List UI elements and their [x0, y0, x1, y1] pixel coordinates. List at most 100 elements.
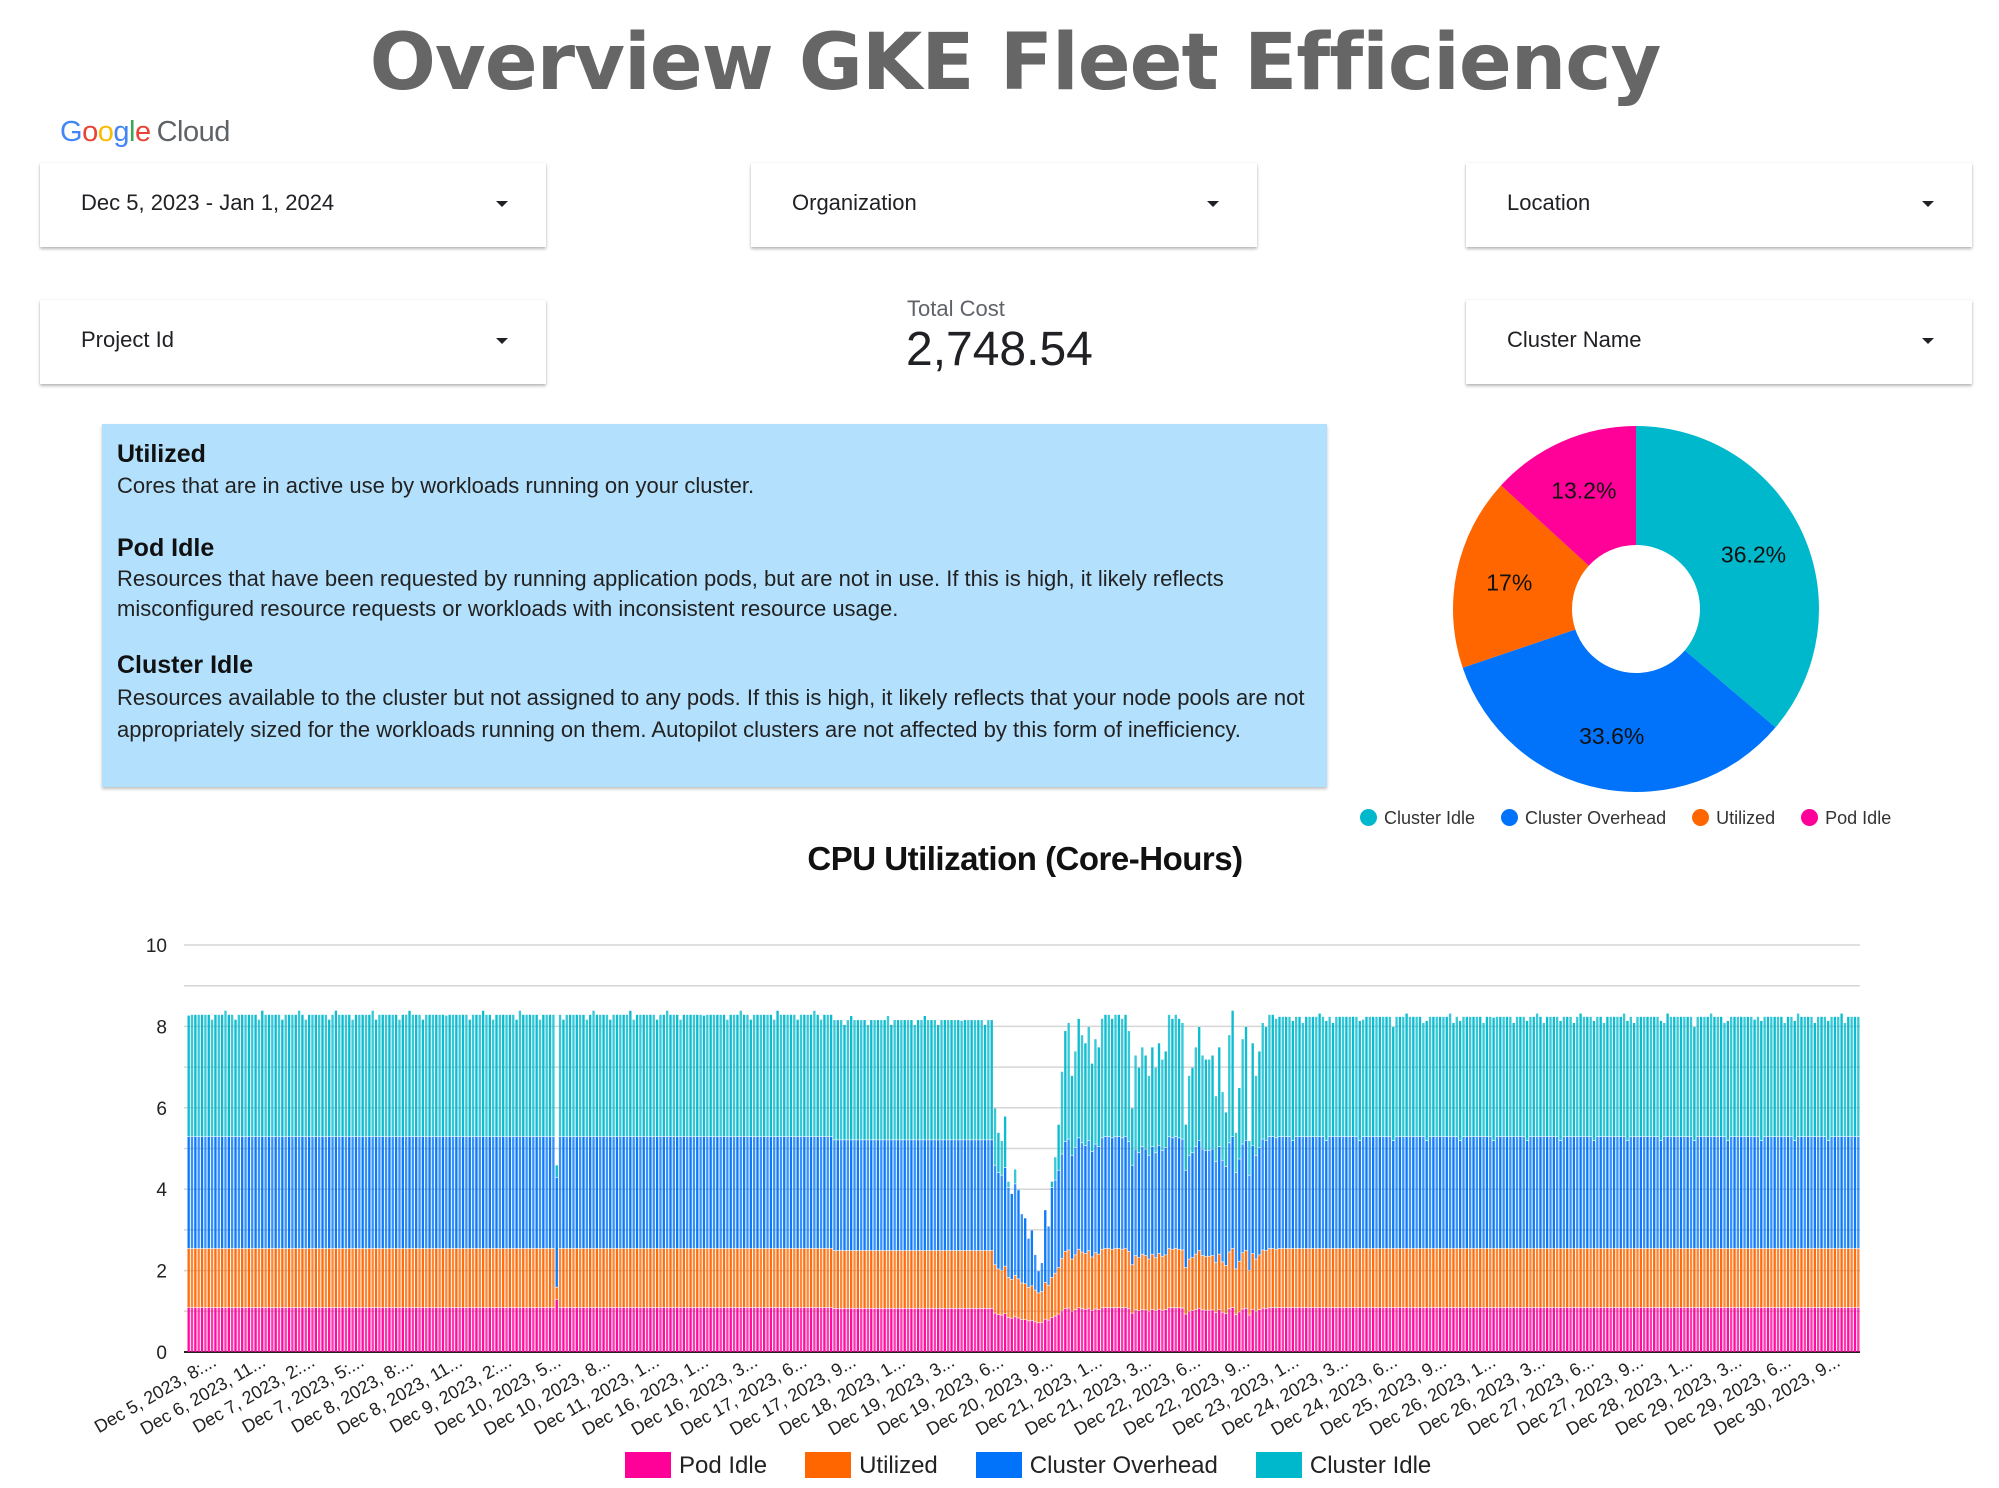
- bar-segment-pod-idle[interactable]: [518, 1307, 522, 1352]
- bar-segment-utilized[interactable]: [1127, 1251, 1131, 1309]
- bar-segment-pod-idle[interactable]: [1632, 1307, 1636, 1352]
- bar-segment-pod-idle[interactable]: [1295, 1307, 1298, 1352]
- bar-segment-cluster-idle[interactable]: [1311, 1016, 1315, 1137]
- bar-segment-cluster-idle[interactable]: [565, 1014, 568, 1137]
- bar-segment-cluster-overhead[interactable]: [1499, 1136, 1502, 1249]
- bar-segment-utilized[interactable]: [1636, 1248, 1639, 1308]
- bar-segment-cluster-idle[interactable]: [368, 1014, 371, 1137]
- bar-segment-pod-idle[interactable]: [1683, 1307, 1686, 1352]
- bar-segment-cluster-overhead[interactable]: [1609, 1136, 1612, 1249]
- bar-segment-utilized[interactable]: [1134, 1255, 1137, 1310]
- bar-segment-cluster-overhead[interactable]: [1743, 1136, 1746, 1249]
- bar-segment-pod-idle[interactable]: [1067, 1308, 1070, 1352]
- bar-segment-cluster-overhead[interactable]: [461, 1136, 465, 1249]
- bar-segment-utilized[interactable]: [1228, 1252, 1231, 1309]
- bar-segment-cluster-idle[interactable]: [478, 1014, 481, 1137]
- bar-segment-pod-idle[interactable]: [1723, 1307, 1726, 1352]
- bar-segment-cluster-overhead[interactable]: [220, 1136, 224, 1249]
- bar-segment-cluster-idle[interactable]: [1013, 1169, 1017, 1184]
- bar-segment-cluster-idle[interactable]: [338, 1014, 341, 1137]
- bar-segment-utilized[interactable]: [555, 1287, 558, 1300]
- bar-segment-pod-idle[interactable]: [589, 1307, 592, 1352]
- bar-segment-cluster-overhead[interactable]: [542, 1136, 545, 1249]
- bar-segment-utilized[interactable]: [1780, 1248, 1783, 1308]
- bar-segment-cluster-idle[interactable]: [475, 1014, 478, 1137]
- bar-segment-utilized[interactable]: [957, 1250, 960, 1309]
- bar-segment-cluster-overhead[interactable]: [1054, 1180, 1057, 1273]
- bar-segment-cluster-overhead[interactable]: [1385, 1136, 1388, 1249]
- bar-segment-cluster-overhead[interactable]: [1837, 1136, 1840, 1249]
- bar-segment-utilized[interactable]: [1271, 1248, 1274, 1308]
- bar-segment-cluster-overhead[interactable]: [1579, 1136, 1582, 1249]
- bar-segment-cluster-idle[interactable]: [940, 1020, 943, 1140]
- bar-segment-cluster-overhead[interactable]: [746, 1136, 749, 1249]
- bar-segment-cluster-idle[interactable]: [1709, 1013, 1713, 1137]
- bar-segment-pod-idle[interactable]: [1070, 1311, 1074, 1352]
- bar-segment-cluster-idle[interactable]: [398, 1019, 401, 1137]
- bar-segment-pod-idle[interactable]: [418, 1307, 421, 1352]
- bar-segment-utilized[interactable]: [451, 1248, 455, 1308]
- bar-segment-cluster-overhead[interactable]: [1750, 1136, 1753, 1249]
- bar-segment-cluster-overhead[interactable]: [518, 1136, 522, 1249]
- bar-segment-cluster-idle[interactable]: [1532, 1016, 1535, 1137]
- bar-segment-cluster-idle[interactable]: [769, 1014, 773, 1137]
- bar-segment-cluster-idle[interactable]: [304, 1019, 307, 1137]
- bar-segment-utilized[interactable]: [1298, 1248, 1301, 1308]
- bar-segment-cluster-overhead[interactable]: [1817, 1136, 1820, 1249]
- bar-segment-cluster-overhead[interactable]: [441, 1136, 445, 1249]
- bar-segment-cluster-overhead[interactable]: [1716, 1136, 1719, 1249]
- bar-segment-utilized[interactable]: [535, 1248, 538, 1308]
- bar-segment-cluster-idle[interactable]: [1224, 1112, 1228, 1167]
- bar-segment-cluster-overhead[interactable]: [1502, 1136, 1505, 1249]
- bar-segment-pod-idle[interactable]: [1432, 1307, 1435, 1352]
- bar-segment-cluster-idle[interactable]: [522, 1014, 525, 1137]
- bar-segment-utilized[interactable]: [736, 1248, 739, 1308]
- bar-segment-utilized[interactable]: [940, 1250, 943, 1309]
- bar-segment-cluster-overhead[interactable]: [338, 1136, 341, 1249]
- bar-segment-utilized[interactable]: [746, 1248, 749, 1308]
- bar-segment-utilized[interactable]: [374, 1248, 378, 1308]
- bar-segment-cluster-overhead[interactable]: [515, 1136, 518, 1249]
- bar-segment-utilized[interactable]: [1335, 1248, 1338, 1308]
- bar-segment-utilized[interactable]: [505, 1248, 508, 1308]
- bar-segment-utilized[interactable]: [1027, 1287, 1030, 1321]
- bar-segment-cluster-overhead[interactable]: [552, 1136, 555, 1249]
- bar-segment-pod-idle[interactable]: [860, 1308, 863, 1352]
- bar-segment-cluster-overhead[interactable]: [1723, 1136, 1726, 1249]
- bar-segment-cluster-idle[interactable]: [796, 1019, 799, 1137]
- bar-segment-pod-idle[interactable]: [331, 1307, 334, 1352]
- bar-segment-pod-idle[interactable]: [187, 1307, 190, 1352]
- bar-segment-cluster-overhead[interactable]: [1552, 1136, 1556, 1249]
- bar-segment-utilized[interactable]: [642, 1248, 645, 1308]
- bar-segment-pod-idle[interactable]: [712, 1307, 716, 1352]
- bar-segment-pod-idle[interactable]: [803, 1307, 806, 1352]
- bar-segment-cluster-overhead[interactable]: [277, 1136, 281, 1249]
- bar-segment-pod-idle[interactable]: [314, 1307, 317, 1352]
- bar-segment-cluster-idle[interactable]: [1669, 1016, 1673, 1137]
- bar-segment-cluster-idle[interactable]: [1054, 1157, 1057, 1180]
- bar-segment-cluster-overhead[interactable]: [471, 1136, 475, 1249]
- bar-segment-utilized[interactable]: [532, 1248, 535, 1308]
- bar-segment-cluster-idle[interactable]: [1171, 1018, 1174, 1138]
- bar-segment-utilized[interactable]: [860, 1250, 863, 1309]
- bar-segment-cluster-idle[interactable]: [1599, 1016, 1602, 1137]
- bar-segment-pod-idle[interactable]: [1495, 1307, 1499, 1352]
- bar-segment-pod-idle[interactable]: [1489, 1307, 1492, 1352]
- bar-segment-cluster-idle[interactable]: [438, 1014, 441, 1137]
- bar-segment-cluster-overhead[interactable]: [699, 1136, 702, 1249]
- bar-segment-cluster-overhead[interactable]: [1254, 1155, 1258, 1259]
- bar-segment-cluster-overhead[interactable]: [823, 1136, 826, 1249]
- bar-segment-pod-idle[interactable]: [1556, 1307, 1559, 1352]
- bar-segment-cluster-idle[interactable]: [1505, 1016, 1509, 1137]
- bar-segment-cluster-overhead[interactable]: [1000, 1175, 1003, 1271]
- bar-segment-utilized[interactable]: [763, 1248, 766, 1308]
- bar-segment-cluster-overhead[interactable]: [1375, 1136, 1378, 1249]
- bar-segment-cluster-overhead[interactable]: [1007, 1187, 1010, 1278]
- bar-segment-cluster-overhead[interactable]: [1402, 1136, 1405, 1249]
- bar-segment-pod-idle[interactable]: [1475, 1307, 1479, 1352]
- bar-segment-cluster-idle[interactable]: [311, 1014, 314, 1137]
- bar-segment-pod-idle[interactable]: [1502, 1307, 1505, 1352]
- bar-segment-pod-idle[interactable]: [1485, 1307, 1489, 1352]
- bar-segment-utilized[interactable]: [622, 1248, 625, 1308]
- bar-segment-utilized[interactable]: [1539, 1248, 1542, 1308]
